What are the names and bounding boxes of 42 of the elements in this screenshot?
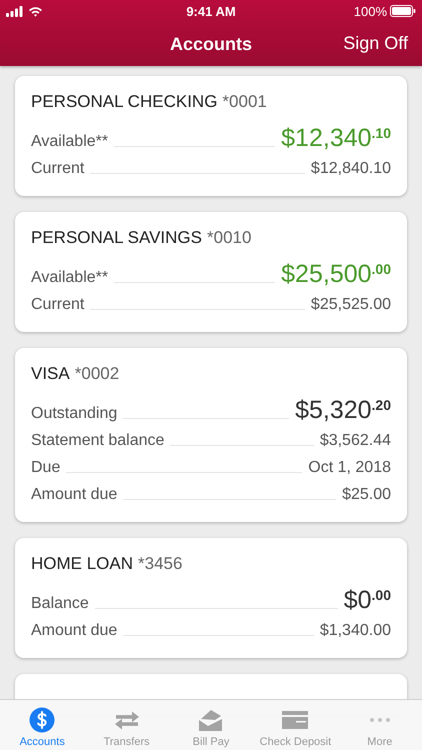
dollar-icon (29, 707, 56, 733)
status-time: 9:41 AM (186, 4, 236, 18)
account-card[interactable]: PERSONAL SAVINGS *0010 Available** $25,500$^{.00}$ Current $25,525.00 (15, 212, 407, 332)
account-card[interactable]: VISA *0002 Outstanding $5,320$^{.20}$ Statement balance $3,562.44 Due Oct 1, 2018 Amount due $25.00 (15, 348, 407, 522)
balance-label: Outstanding (31, 405, 118, 424)
balance-label: Current (31, 296, 84, 315)
account-card[interactable]: PERSONAL CHECKING *0001 Available** $12,340$^{.10}$ Current $12,840.10 (15, 76, 407, 196)
balance-amount: $25,500$^{.00}$ (281, 260, 391, 289)
battery-icon (390, 5, 416, 17)
account-name: HOME LOAN (31, 554, 134, 574)
balance-label: Amount due (31, 486, 118, 505)
signal-icon (6, 6, 23, 16)
balance-label: Balance (31, 595, 89, 614)
screen-title: Accounts (170, 34, 252, 54)
balance-amount: $25.00 (342, 486, 391, 505)
balance-label: Due (31, 459, 60, 478)
tab[interactable]: Accounts (0, 700, 84, 750)
balance-amount: $5,320$^{.20}$ (295, 396, 391, 425)
sign-off-button[interactable]: Sign Off (343, 31, 408, 56)
wifi-icon (28, 6, 43, 16)
balance-label: Available** (31, 133, 108, 152)
account-name: PERSONAL SAVINGS (31, 228, 202, 248)
balance-amount: $12,840.10 (310, 160, 391, 179)
balance-label: Statement balance (31, 432, 164, 451)
balance-amount: Oct 1, 2018 (308, 459, 391, 478)
more-icon (370, 718, 390, 722)
account-number: *0001 (222, 92, 267, 112)
balance-label: Amount due (31, 622, 118, 641)
balance-amount: $1,340.00 (320, 622, 391, 641)
balance-amount: $25,525.00 (310, 296, 391, 315)
account-name: PERSONAL CHECKING (31, 92, 218, 112)
balance-amount: $0$^{.00}$ (344, 586, 391, 615)
balance-amount: $12,340$^{.10}$ (281, 124, 391, 153)
account-name: VISA (31, 364, 70, 384)
account-number: *3456 (138, 554, 182, 574)
battery-percent: 100% (354, 4, 387, 18)
account-number: *0010 (207, 228, 252, 248)
balance-label: Current (31, 160, 84, 179)
balance-label: Available** (31, 269, 108, 288)
account-number: *0002 (74, 364, 120, 384)
balance-amount: $3,562.44 (320, 432, 391, 451)
account-card[interactable]: HOME LOAN *3456 Balance $0$^{.00}$ Amount due $1,340.00 (15, 538, 407, 658)
